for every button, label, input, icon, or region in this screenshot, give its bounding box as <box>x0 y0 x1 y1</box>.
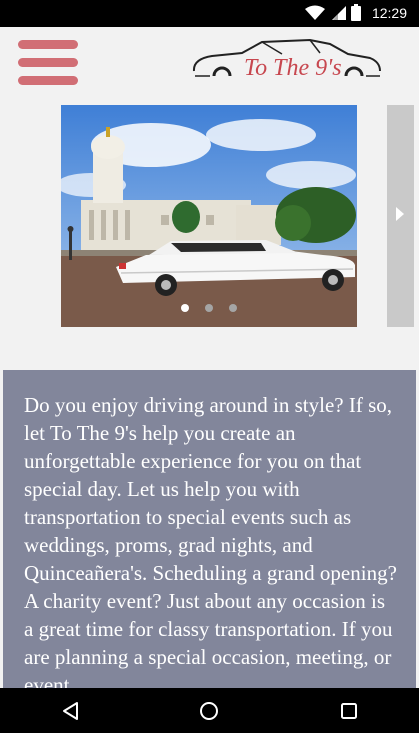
status-icons: 12:29 <box>304 4 407 21</box>
carousel-dot[interactable] <box>229 304 237 312</box>
home-icon <box>200 701 219 720</box>
limousine-photo <box>61 105 357 327</box>
carousel-indicators <box>61 304 357 312</box>
intro-section: Do you enjoy driving around in style? If… <box>3 370 416 688</box>
intro-paragraph: Do you enjoy driving around in style? If… <box>24 393 397 688</box>
recents-icon <box>341 702 358 719</box>
cell-signal-icon <box>331 5 346 20</box>
app-header: To The 9's <box>0 27 419 99</box>
carousel-dot[interactable] <box>181 304 189 312</box>
logo-text: To The 9's <box>244 55 342 81</box>
image-carousel[interactable] <box>61 105 357 327</box>
menu-bar <box>18 40 78 49</box>
android-nav-bar <box>0 688 419 733</box>
next-slide-button[interactable] <box>387 105 414 327</box>
back-icon <box>62 701 78 720</box>
hamburger-menu-icon[interactable] <box>18 40 78 86</box>
chevron-right-icon <box>396 207 404 221</box>
home-button[interactable] <box>164 688 254 733</box>
recents-button[interactable] <box>304 688 394 733</box>
back-button[interactable] <box>25 688 115 733</box>
menu-bar <box>18 76 78 85</box>
site-logo[interactable]: To The 9's <box>190 35 382 85</box>
carousel-dot[interactable] <box>205 304 213 312</box>
status-bar: 12:29 <box>0 0 419 27</box>
wifi-icon <box>304 5 325 20</box>
status-time: 12:29 <box>371 4 407 21</box>
battery-icon <box>350 4 361 21</box>
menu-bar <box>18 58 78 67</box>
